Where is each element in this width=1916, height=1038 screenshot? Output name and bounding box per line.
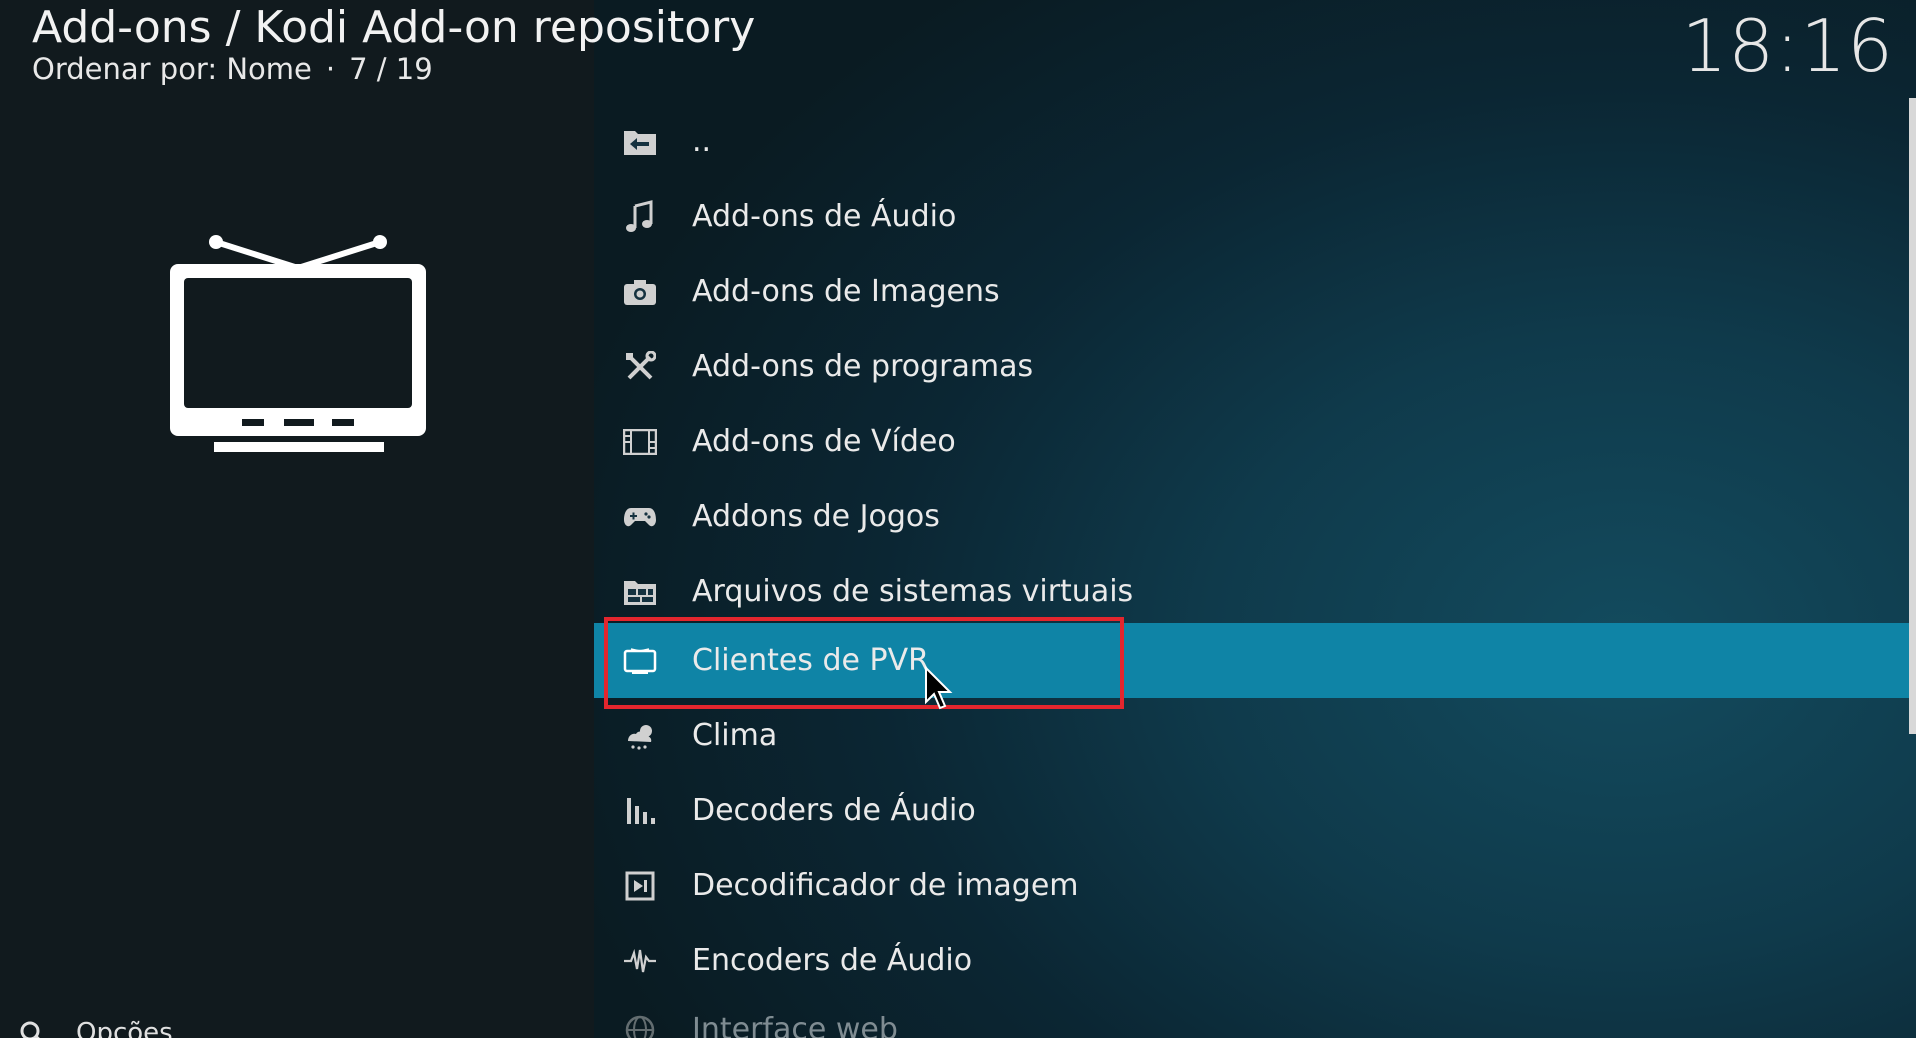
mouse-cursor-icon: [924, 665, 954, 712]
list-item-image-decoder[interactable]: Decodificador de imagem: [594, 848, 1912, 923]
music-note-icon: [622, 199, 658, 235]
item-position: 7 / 19: [349, 52, 433, 86]
list-item-game-addons[interactable]: Addons de Jogos: [594, 479, 1912, 554]
list-item-label: Clima: [692, 718, 778, 753]
waveform-icon: [622, 943, 658, 979]
clock: 18:16: [1681, 4, 1894, 88]
list-item-parent[interactable]: ..: [594, 104, 1912, 179]
left-panel: [0, 0, 594, 1038]
camera-icon: [622, 274, 658, 310]
list-item-label: Encoders de Áudio: [692, 943, 973, 978]
list-item-label: ..: [692, 124, 712, 159]
list-item-label: Arquivos de sistemas virtuais: [692, 574, 1134, 609]
list-item-program-addons[interactable]: Add-ons de programas: [594, 329, 1912, 404]
options-button[interactable]: Opções: [18, 1018, 173, 1038]
wrench-gear-icon: [18, 1019, 48, 1038]
list-item-label: Add-ons de programas: [692, 349, 1034, 384]
tv-icon: [160, 226, 436, 458]
folder-back-icon: [622, 124, 658, 160]
addon-category-list: .. Add-ons de Áudio Add-ons de Imagens A…: [594, 104, 1916, 1038]
globe-icon: [622, 1012, 658, 1038]
archive-folder-icon: [622, 574, 658, 610]
scrollbar[interactable]: [1909, 98, 1916, 734]
separator: ·: [325, 52, 336, 86]
film-strip-icon: [622, 424, 658, 460]
list-item-audio-addons[interactable]: Add-ons de Áudio: [594, 179, 1912, 254]
list-item-audio-decoders[interactable]: Decoders de Áudio: [594, 773, 1912, 848]
list-item-label: Decoders de Áudio: [692, 793, 976, 828]
list-item-video-addons[interactable]: Add-ons de Vídeo: [594, 404, 1912, 479]
page-title: Add-ons / Kodi Add-on repository: [32, 2, 756, 53]
list-item-web-interface[interactable]: Interface web: [594, 992, 1912, 1038]
list-item-label: Add-ons de Imagens: [692, 274, 1000, 309]
list-item-label: Decodificador de imagem: [692, 868, 1079, 903]
list-item-weather[interactable]: Clima: [594, 698, 1912, 773]
gamepad-icon: [622, 499, 658, 535]
sort-info[interactable]: Ordenar por: Nome · 7 / 19: [32, 52, 433, 86]
tools-icon: [622, 349, 658, 385]
list-item-image-addons[interactable]: Add-ons de Imagens: [594, 254, 1912, 329]
image-frame-icon: [622, 868, 658, 904]
list-item-label: Addons de Jogos: [692, 499, 940, 534]
options-label: Opções: [76, 1018, 173, 1038]
list-item-audio-encoders[interactable]: Encoders de Áudio: [594, 923, 1912, 998]
list-item-label: Interface web: [692, 1012, 898, 1038]
weather-icon: [622, 718, 658, 754]
sort-label: Ordenar por: Nome: [32, 52, 312, 86]
list-item-label: Add-ons de Áudio: [692, 199, 957, 234]
selection-highlight-box: [604, 617, 1124, 709]
audio-bars-icon: [622, 793, 658, 829]
list-item-label: Add-ons de Vídeo: [692, 424, 956, 459]
